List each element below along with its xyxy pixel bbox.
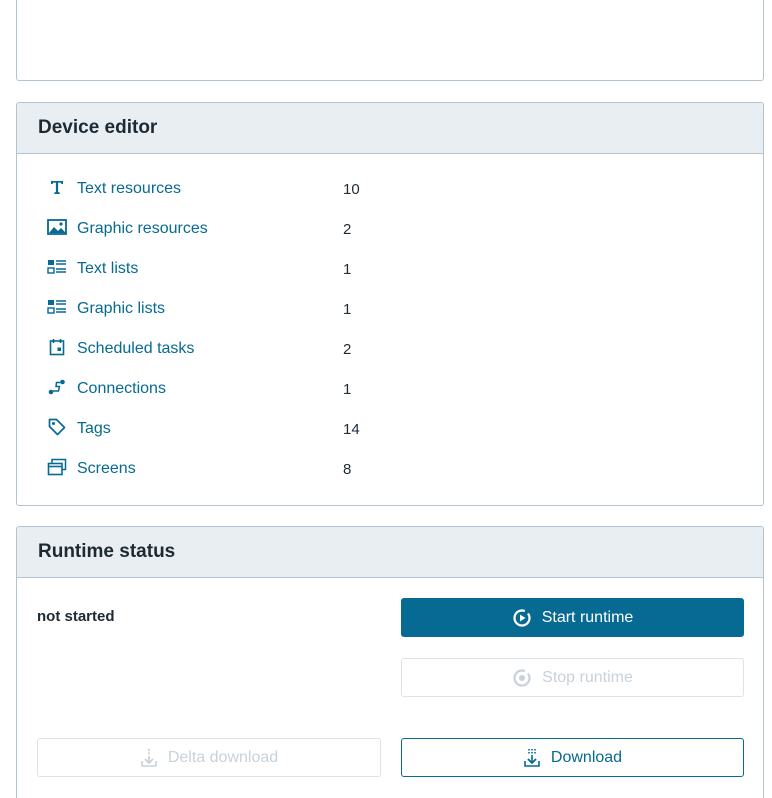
delta-download-label: Delta download xyxy=(167,748,279,766)
connection-icon xyxy=(45,377,69,397)
list-item-text-lists[interactable]: Text lists 1 xyxy=(45,249,645,289)
device-editor-title: Device editor xyxy=(17,103,763,154)
list-item-count: 1 xyxy=(343,380,352,398)
start-runtime-button[interactable]: Start runtime xyxy=(401,598,744,637)
runtime-status-value: not started xyxy=(37,608,115,625)
list-item-label: Tags xyxy=(77,420,111,437)
list-item-count: 8 xyxy=(343,460,352,478)
list-item-label: Scheduled tasks xyxy=(77,340,195,357)
screens-icon xyxy=(45,457,69,477)
list-item-count: 2 xyxy=(343,220,352,238)
device-editor-panel: Device editor Text resources 10 Graphic … xyxy=(16,102,764,506)
list-item-count: 14 xyxy=(343,420,360,438)
list-item-label: Connections xyxy=(77,380,166,397)
list-item-graphic-resources[interactable]: Graphic resources 2 xyxy=(45,209,645,249)
text-list-icon xyxy=(45,257,69,277)
play-circle-icon xyxy=(512,608,532,628)
calendar-icon xyxy=(45,337,69,357)
download-button[interactable]: Download xyxy=(401,738,744,777)
runtime-status-title: Runtime status xyxy=(17,527,763,578)
list-item-count: 10 xyxy=(343,180,360,198)
list-item-graphic-lists[interactable]: Graphic lists 1 xyxy=(45,289,645,329)
page: Device editor Text resources 10 Graphic … xyxy=(0,0,772,798)
download-label: Download xyxy=(550,748,623,766)
stop-runtime-button[interactable]: Stop runtime xyxy=(401,658,744,697)
stop-circle-icon xyxy=(512,668,532,688)
text-resource-icon xyxy=(45,177,69,197)
list-item-screens[interactable]: Screens 8 xyxy=(45,449,645,489)
stop-runtime-label: Stop runtime xyxy=(542,668,633,686)
previous-panel xyxy=(16,0,764,81)
list-item-label: Graphic resources xyxy=(77,220,208,237)
list-item-label: Text resources xyxy=(77,180,182,197)
delta-download-button[interactable]: Delta download xyxy=(37,738,381,777)
runtime-status-panel: Runtime status not started Start runtime… xyxy=(16,526,764,798)
graphic-list-icon xyxy=(45,297,69,317)
list-item-connections[interactable]: Connections 1 xyxy=(45,369,645,409)
list-item-count: 2 xyxy=(343,340,352,358)
image-icon xyxy=(45,217,69,237)
list-item-label: Graphic lists xyxy=(77,300,166,317)
list-item-text-resources[interactable]: Text resources 10 xyxy=(45,169,645,209)
delta-download-icon xyxy=(140,748,158,768)
download-icon xyxy=(523,748,541,768)
list-item-label: Text lists xyxy=(77,260,139,277)
start-runtime-label: Start runtime xyxy=(541,608,634,626)
list-item-label: Screens xyxy=(77,460,136,477)
list-item-count: 1 xyxy=(343,300,352,318)
tag-icon xyxy=(45,417,69,437)
list-item-count: 1 xyxy=(343,260,352,278)
device-editor-list: Text resources 10 Graphic resources 2 Te… xyxy=(45,169,645,489)
list-item-scheduled-tasks[interactable]: Scheduled tasks 2 xyxy=(45,329,645,369)
list-item-tags[interactable]: Tags 14 xyxy=(45,409,645,449)
